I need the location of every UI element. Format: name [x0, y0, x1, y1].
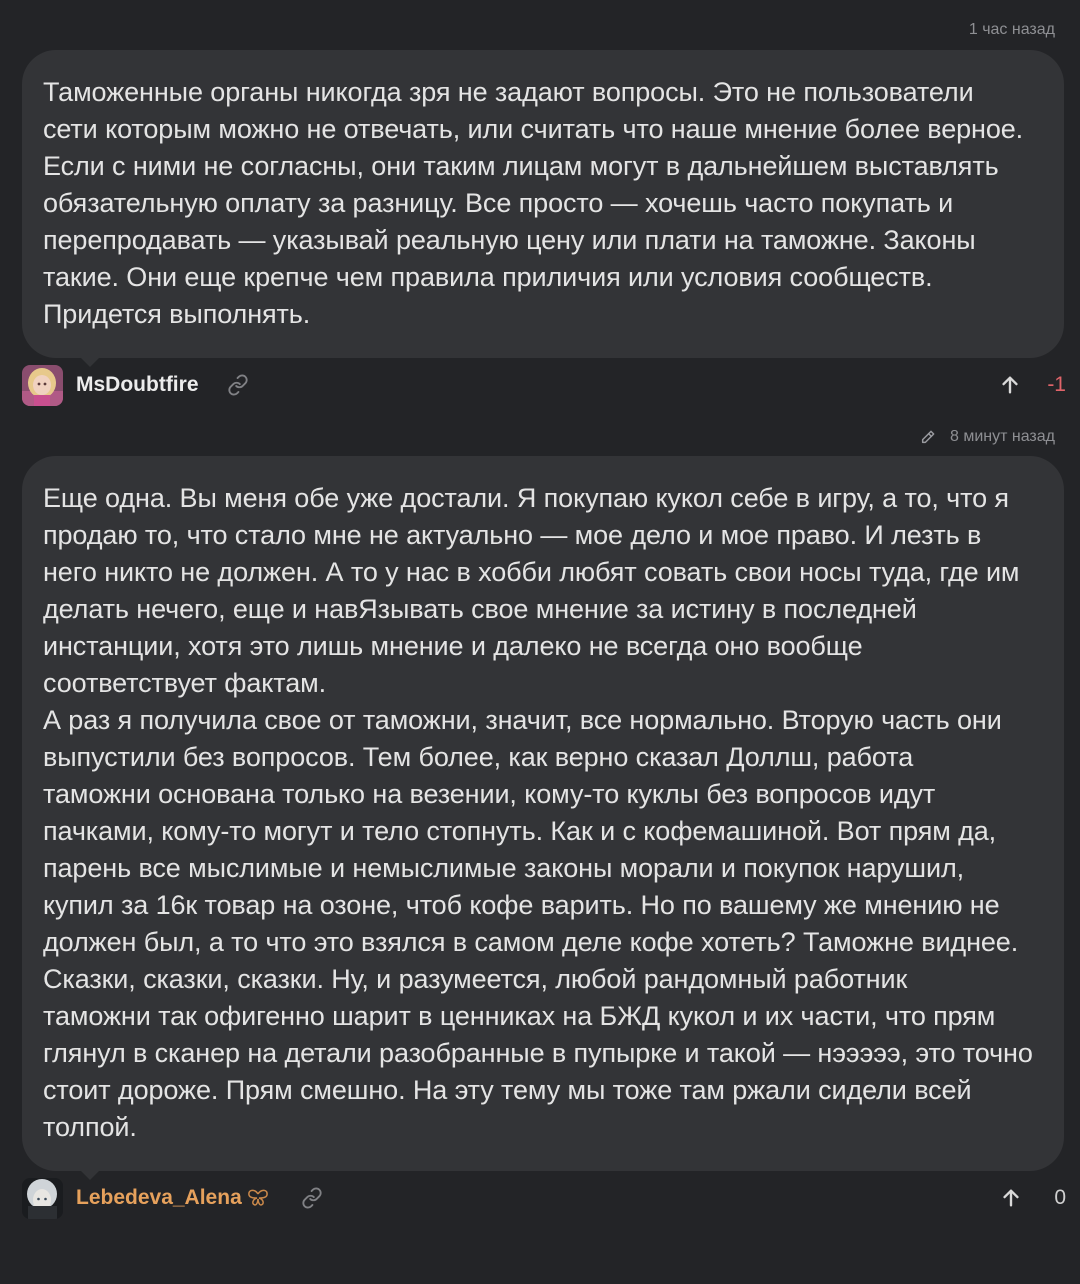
comment-score: -1 [1047, 373, 1066, 396]
link-icon[interactable] [227, 374, 249, 396]
comment-text: Еще одна. Вы меня обе уже достали. Я пок… [43, 483, 1033, 1142]
link-icon[interactable] [301, 1187, 323, 1209]
edit-pencil-icon [920, 429, 936, 445]
upvote-arrow-icon[interactable] [1000, 1187, 1022, 1209]
comment-timestamp: 8 минут назад [920, 428, 1055, 446]
comment-author-row: Lebedeva_Alena 0 [22, 1176, 1066, 1220]
comment-text: Таможенные органы никогда зря не задают … [43, 77, 1024, 329]
comment-timestamp: 1 час назад [968, 21, 1055, 38]
comment-author-row: MsDoubtfire -1 [22, 363, 1066, 407]
author-name[interactable]: MsDoubtfire [76, 373, 199, 397]
comment-score: 0 [1054, 1186, 1066, 1209]
comment-bubble: Таможенные органы никогда зря не задают … [22, 50, 1064, 358]
author-name[interactable]: Lebedeva_Alena [76, 1186, 242, 1210]
butterfly-icon [246, 1188, 270, 1208]
comment-bubble: Еще одна. Вы меня обе уже достали. Я пок… [22, 456, 1064, 1171]
avatar[interactable] [22, 364, 63, 406]
avatar[interactable] [22, 1177, 63, 1219]
upvote-arrow-icon[interactable] [999, 374, 1021, 396]
